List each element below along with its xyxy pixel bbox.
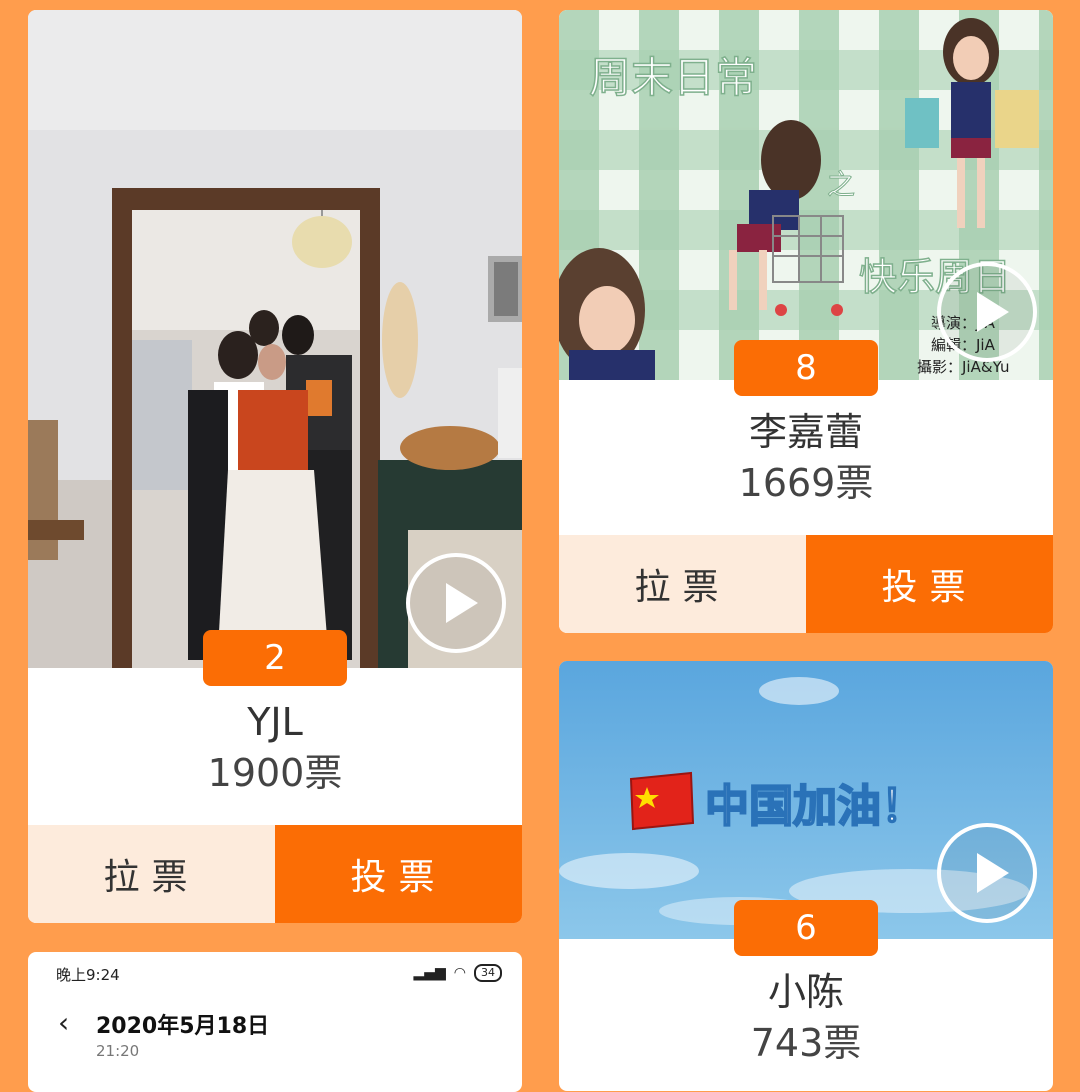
play-icon (446, 583, 478, 623)
entry-card-xiaochen[interactable]: 中国加油！ 6 小陈 743票 (559, 661, 1053, 1091)
play-icon (977, 292, 1009, 332)
play-button[interactable] (406, 553, 506, 653)
status-bar-time: 晚上9:24 (56, 966, 120, 984)
entry-number-badge: 2 (203, 630, 347, 686)
vote-button[interactable]: 投票 (806, 535, 1053, 633)
entry-name: 李嘉蕾 (748, 410, 863, 454)
status-bar-icons: ▂▄▆ ◠ 34 (413, 964, 502, 982)
svg-text:周末日常: 周末日常 (589, 53, 757, 102)
vote-button[interactable]: 投票 (275, 825, 522, 923)
entry-card-lijialei[interactable]: 周末日常 之 快乐周日 導演：JiA 編輯：JiA 攝影：JiA&Yu 8 李嘉… (559, 10, 1053, 633)
canvass-button[interactable]: 拉票 (28, 825, 275, 923)
entry-vote-count: 1669票 (738, 461, 874, 505)
svg-text:之: 之 (827, 168, 855, 201)
play-button[interactable] (937, 823, 1037, 923)
back-chevron-icon: ‹ (58, 1006, 70, 1039)
entry-name: 小陈 (767, 970, 844, 1014)
entry-number-badge: 8 (734, 340, 878, 396)
entry-number-badge: 6 (734, 900, 878, 956)
signal-icon: ▂▄▆ (413, 965, 446, 981)
svg-text:中国加油！: 中国加油！ (705, 781, 925, 832)
entry-vote-count: 1900票 (207, 751, 343, 795)
battery-icon: 34 (474, 964, 502, 982)
entry-name: YJL (247, 700, 303, 744)
entry-vote-count: 743票 (750, 1021, 862, 1065)
play-button[interactable] (937, 262, 1037, 362)
preview-time: 21:20 (96, 1042, 140, 1060)
play-icon (977, 853, 1009, 893)
wifi-icon: ◠ (453, 965, 466, 981)
entry-card-yjl[interactable]: 2 YJL 1900票 拉票 投票 (28, 10, 522, 923)
canvass-button[interactable]: 拉票 (559, 535, 806, 633)
entry-card-partial[interactable]: 晚上9:24 ▂▄▆ ◠ 34 ‹ 2020年5月18日 21:20 (28, 952, 522, 1092)
preview-date: 2020年5月18日 (96, 1014, 270, 1039)
